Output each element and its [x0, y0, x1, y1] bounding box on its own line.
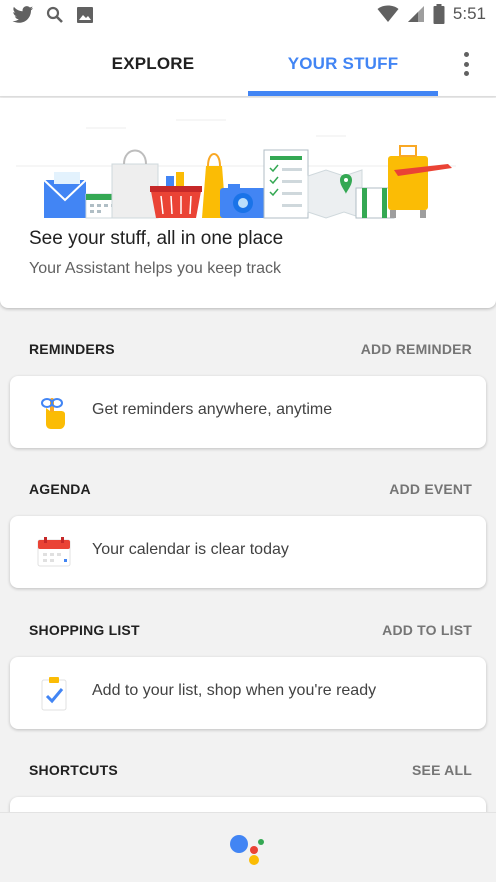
calendar-icon: [37, 537, 71, 567]
section-header-agenda: AGENDA ADD EVENT: [29, 481, 472, 505]
section-title-shortcuts: SHORTCUTS: [29, 762, 118, 778]
hero-card: See your stuff, all in one place Your As…: [0, 98, 496, 308]
google-assistant-icon[interactable]: [228, 833, 268, 869]
reminders-card-text: Get reminders anywhere, anytime: [92, 401, 333, 418]
signal-icon: [407, 6, 424, 22]
agenda-card-text: Your calendar is clear today: [92, 541, 289, 558]
reminders-card[interactable]: Get reminders anywhere, anytime: [10, 376, 486, 448]
status-time: 5:51: [452, 4, 486, 23]
section-header-shortcuts: SHORTCUTS SEE ALL: [29, 762, 472, 786]
tab-selected-indicator: [248, 91, 438, 96]
search-icon: [46, 6, 63, 23]
add-event-button[interactable]: ADD EVENT: [389, 481, 472, 497]
section-header-shopping-list: SHOPPING LIST ADD TO LIST: [29, 622, 472, 646]
tab-your-stuff[interactable]: YOUR STUFF: [248, 30, 438, 97]
add-to-list-button[interactable]: ADD TO LIST: [382, 622, 472, 638]
wifi-icon: [377, 5, 399, 22]
your-stuff-illustration: [16, 119, 456, 219]
bottom-bar: [0, 812, 496, 882]
status-bar: 5:51: [0, 0, 496, 30]
section-title-shopping-list: SHOPPING LIST: [29, 622, 140, 638]
add-reminder-button[interactable]: ADD REMINDER: [361, 341, 472, 357]
shopping-list-card[interactable]: Add to your list, shop when you're ready: [10, 657, 486, 729]
checklist-icon: [41, 677, 67, 711]
section-title-reminders: REMINDERS: [29, 341, 115, 357]
image-icon: [77, 7, 93, 23]
tab-explore[interactable]: EXPLORE: [58, 30, 248, 97]
shopping-list-card-text: Add to your list, shop when you're ready: [92, 682, 377, 699]
agenda-card[interactable]: Your calendar is clear today: [10, 516, 486, 588]
hand-string-reminder-icon: [41, 398, 65, 429]
battery-icon: [433, 4, 445, 24]
tab-bar: EXPLORE YOUR STUFF: [0, 30, 496, 97]
section-header-reminders: REMINDERS ADD REMINDER: [29, 341, 472, 365]
see-all-shortcuts-button[interactable]: SEE ALL: [412, 762, 472, 778]
twitter-icon: [12, 6, 34, 23]
section-title-agenda: AGENDA: [29, 481, 91, 497]
more-options-icon[interactable]: [456, 52, 476, 76]
hero-subtitle: Your Assistant helps you keep track: [29, 260, 281, 277]
hero-title: See your stuff, all in one place: [29, 228, 284, 249]
